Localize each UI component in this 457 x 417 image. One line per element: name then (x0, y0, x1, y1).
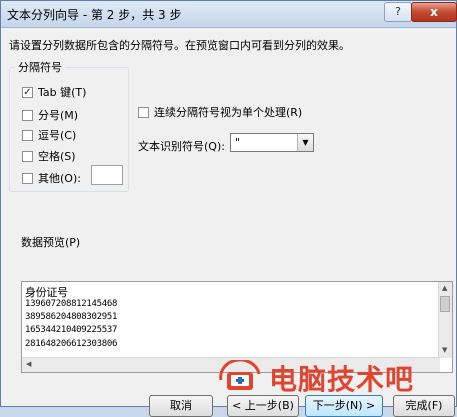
preview-vertical-scrollbar[interactable]: ▲ ▼ (438, 282, 452, 358)
text-qualifier-value: " (235, 136, 241, 149)
text-qualifier-label: 文本识别符号(Q): (138, 140, 225, 153)
checkbox-consecutive[interactable]: 连续分隔符号视为单个处理(R) (138, 104, 302, 120)
preview-line: 389586204808302951 (25, 312, 118, 322)
watermark-logo-icon (219, 360, 261, 390)
checkbox-consecutive-label: 连续分隔符号视为单个处理(R) (154, 106, 303, 119)
checkbox-consecutive-box[interactable] (138, 106, 149, 118)
dropdown-arrow-icon[interactable]: ▼ (297, 134, 313, 151)
instruction-text: 请设置分列数据所包含的分隔符号。在预览窗口内可看到分列的效果。 (9, 39, 350, 52)
preview-line: 139607208812145468 (25, 299, 118, 309)
back-button[interactable]: < 上一步(B) (227, 395, 299, 417)
checkbox-comma-box[interactable] (22, 129, 33, 141)
data-preview-label: 数据预览(P) (21, 236, 81, 249)
text-to-columns-dialog: 文本分列向导 - 第 2 步，共 3 步 ? x 请设置分列数据所包含的分隔符号… (0, 0, 457, 417)
checkbox-semicolon[interactable]: 分号(M) (22, 107, 78, 122)
checkbox-semicolon-label: 分号(M) (38, 109, 79, 122)
text-qualifier-select[interactable]: " ▼ (230, 133, 314, 152)
help-button[interactable]: ? (384, 2, 412, 22)
checkbox-other[interactable]: 其他(O): (22, 170, 81, 185)
watermark-text: 电脑技术吧 (269, 363, 415, 396)
scroll-thumb[interactable] (440, 296, 450, 312)
checkbox-tab[interactable]: ✓ Tab 键(T) (22, 84, 86, 99)
checkbox-tab-label: Tab 键(T) (38, 86, 87, 99)
checkbox-other-box[interactable] (22, 172, 33, 184)
finish-button[interactable]: 完成(F) (393, 395, 455, 417)
scroll-up-icon[interactable]: ▲ (442, 284, 447, 292)
checkbox-space-label: 空格(S) (38, 150, 76, 163)
preview-line: 身份证号 (25, 286, 68, 299)
window-title: 文本分列向导 - 第 2 步，共 3 步 (7, 8, 182, 22)
preview-line: 165344210409225537 (25, 325, 118, 335)
other-delimiter-input[interactable] (91, 165, 123, 185)
checkbox-space[interactable]: 空格(S) (22, 148, 76, 163)
checkbox-space-box[interactable] (22, 150, 33, 162)
title-bar: 文本分列向导 - 第 2 步，共 3 步 ? x (1, 1, 457, 28)
checkbox-tab-box[interactable]: ✓ (22, 86, 33, 98)
scroll-down-icon[interactable]: ▼ (442, 346, 447, 354)
checkbox-comma[interactable]: 逗号(C) (22, 127, 76, 142)
checkbox-semicolon-box[interactable] (22, 109, 33, 121)
checkbox-comma-label: 逗号(C) (38, 129, 77, 142)
cancel-button[interactable]: 取消 (149, 395, 213, 417)
delimiters-group-title: 分隔符号 (15, 59, 65, 75)
scroll-left-icon[interactable]: ◀ (26, 360, 31, 368)
next-button[interactable]: 下一步(N) > (305, 395, 383, 417)
preview-line: 281648206612303806 (25, 339, 118, 349)
close-button[interactable]: x (411, 2, 457, 22)
checkbox-other-label: 其他(O): (38, 172, 81, 185)
